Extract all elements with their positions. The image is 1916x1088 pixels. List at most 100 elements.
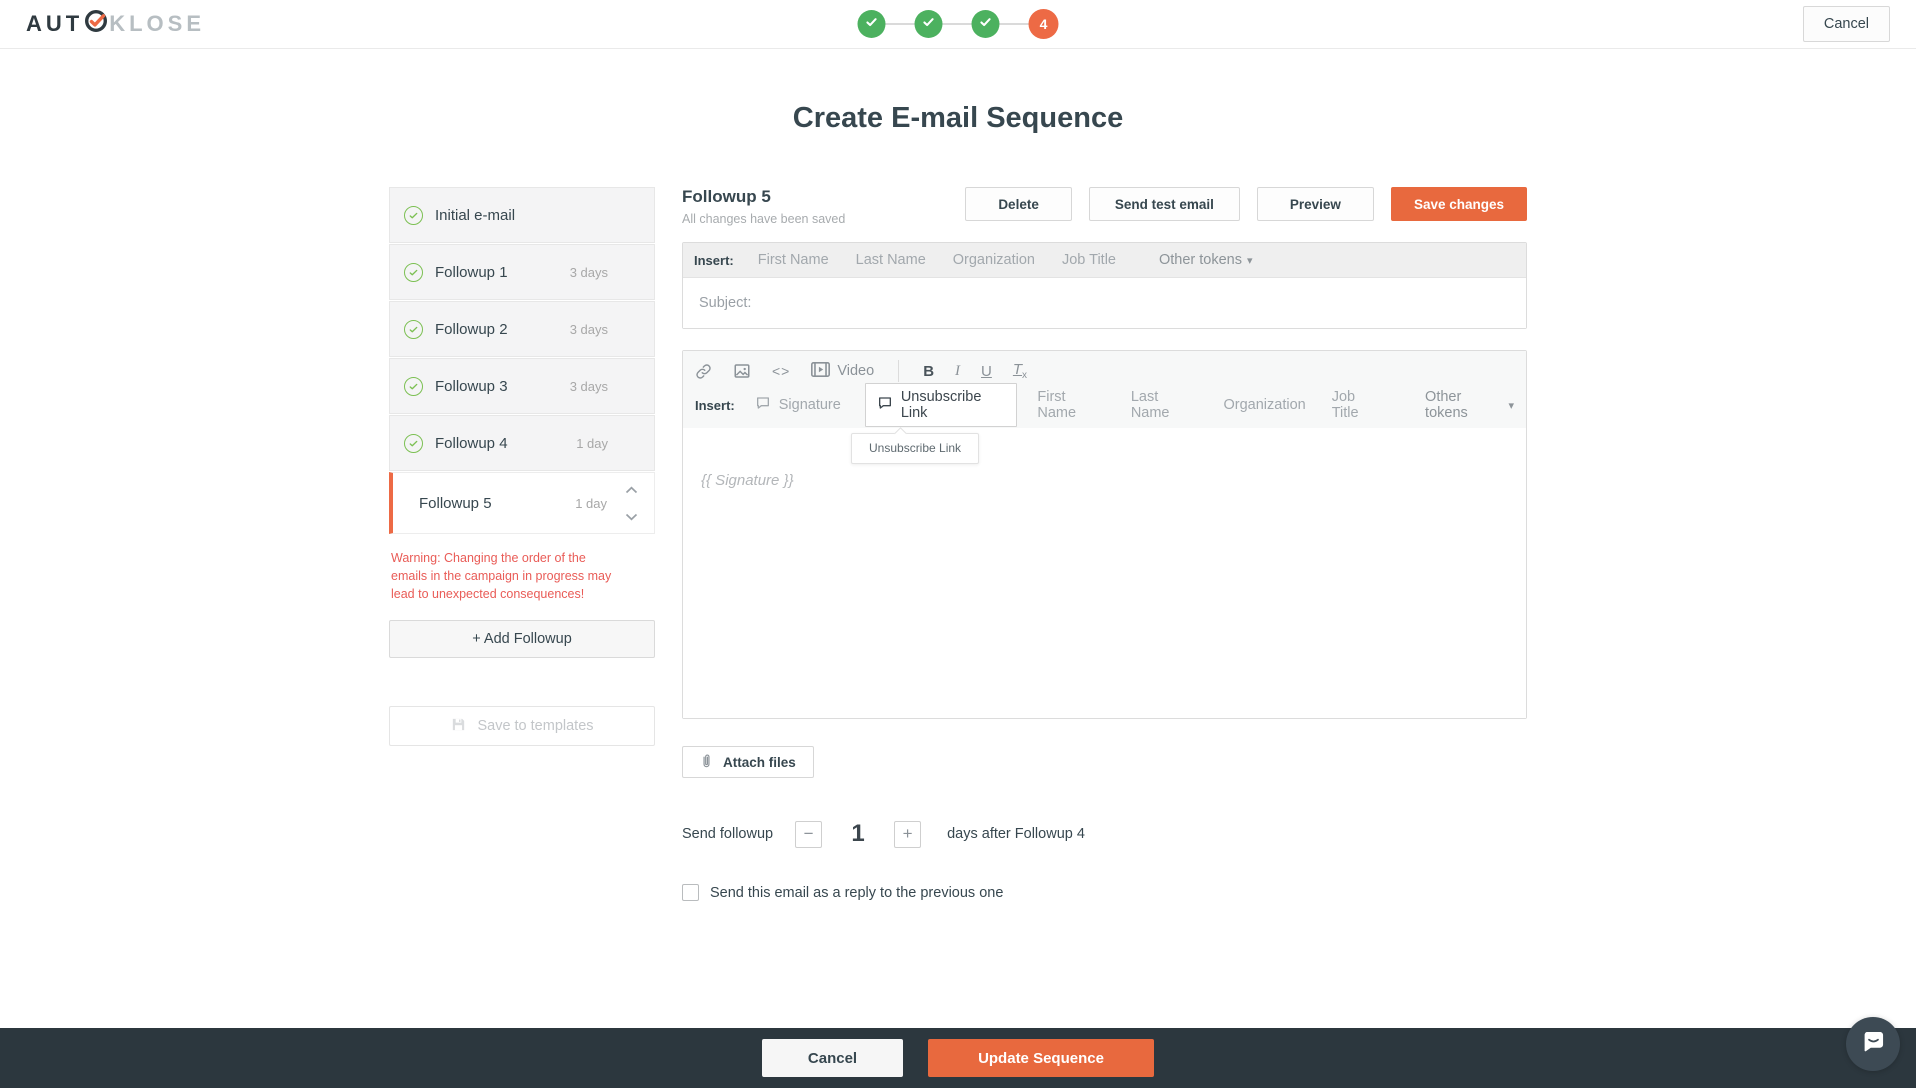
chevron-up-icon[interactable] (625, 481, 638, 499)
check-icon (979, 15, 993, 34)
token-organization[interactable]: Organization (953, 252, 1035, 268)
underline-button[interactable]: U (981, 363, 992, 380)
subject-insert-bar: Insert: First Name Last Name Organizatio… (683, 243, 1526, 278)
token-last-name[interactable]: Last Name (856, 252, 926, 268)
clear-formatting-button[interactable]: Tx (1013, 361, 1027, 381)
chevron-down-icon[interactable] (625, 508, 638, 526)
video-icon (811, 361, 831, 381)
send-test-email-button[interactable]: Send test email (1088, 187, 1240, 221)
sidebar-item-label: Followup 1 (435, 263, 508, 281)
progress-stepper: 4 (857, 9, 1059, 39)
sidebar-item-days: 3 days (569, 321, 608, 337)
other-tokens-label: Other tokens (1158, 252, 1242, 268)
paperclip-icon (700, 753, 713, 772)
circle-check-icon (404, 376, 423, 396)
sequence-sidebar: Initial e-mail Followup 1 3 days Followu… (389, 187, 655, 747)
bottom-action-bar: Cancel Update Sequence (0, 1028, 1916, 1088)
signature-token-text: {{ Signature }} (701, 472, 794, 489)
circle-check-icon (404, 205, 423, 225)
autoklose-logo: AUT KLOSE (26, 9, 205, 39)
check-icon (865, 15, 879, 34)
update-sequence-button[interactable]: Update Sequence (928, 1039, 1154, 1077)
token-job-title[interactable]: Job Title (1332, 389, 1383, 421)
save-changes-button[interactable]: Save changes (1390, 187, 1527, 221)
other-tokens-dropdown[interactable]: Other tokens ▾ (1425, 389, 1514, 421)
sidebar-item-followup-1[interactable]: Followup 1 3 days (389, 244, 655, 300)
unsubscribe-link-label: Unsubscribe Link (900, 389, 982, 421)
step-4-current[interactable]: 4 (1028, 9, 1059, 39)
step-connector (942, 23, 972, 25)
email-body-editor[interactable]: {{ Signature }} (683, 428, 1526, 718)
insert-image-icon[interactable] (733, 362, 751, 380)
reply-checkbox-label: Send this email as a reply to the previo… (710, 884, 1004, 901)
sidebar-item-followup-3[interactable]: Followup 3 3 days (389, 358, 655, 414)
topbar: AUT KLOSE 4 Cancel (0, 0, 1916, 49)
step-connector (999, 23, 1029, 25)
check-icon (922, 15, 936, 34)
decrease-days-button[interactable]: − (795, 820, 823, 848)
token-organization[interactable]: Organization (1223, 397, 1305, 413)
video-label: Video (837, 363, 875, 379)
floppy-disk-icon (450, 716, 467, 737)
cancel-button-bottom[interactable]: Cancel (762, 1039, 903, 1077)
delete-button[interactable]: Delete (965, 187, 1072, 221)
editor-action-buttons: Delete Send test email Preview Save chan… (965, 187, 1527, 221)
preview-button[interactable]: Preview (1256, 187, 1374, 221)
chat-launcher-button[interactable] (1846, 1017, 1900, 1071)
insert-video-button[interactable]: Video (811, 361, 875, 381)
step-1-done[interactable] (857, 10, 886, 38)
sidebar-item-followup-2[interactable]: Followup 2 3 days (389, 301, 655, 357)
sidebar-item-initial-email[interactable]: Initial e-mail (389, 187, 655, 243)
logo-circle-check-icon (83, 9, 109, 39)
attach-files-label: Attach files (723, 754, 796, 770)
code-view-icon[interactable]: <> (772, 363, 790, 379)
sidebar-item-followup-4[interactable]: Followup 4 1 day (389, 415, 655, 471)
token-job-title[interactable]: Job Title (1062, 252, 1116, 268)
speech-bubble-icon (877, 395, 893, 415)
logo-text-auto: AUT (26, 11, 84, 36)
reorder-warning-text: Warning: Changing the order of the email… (391, 551, 612, 602)
step-2-done[interactable] (914, 10, 943, 38)
circle-check-icon (404, 262, 423, 282)
circle-check-icon (404, 433, 423, 453)
content-area: Initial e-mail Followup 1 3 days Followu… (0, 187, 1916, 901)
speech-bubble-icon (755, 395, 771, 415)
followup-title: Followup 5 (682, 187, 771, 206)
days-value: 1 (851, 820, 865, 847)
logo-text-klose: KLOSE (109, 11, 206, 36)
editor-header: Followup 5 All changes have been saved D… (682, 187, 1527, 226)
increase-days-button[interactable]: + (894, 820, 922, 848)
token-first-name[interactable]: First Name (758, 252, 829, 268)
unsubscribe-link-tooltip: Unsubscribe Link (851, 433, 980, 464)
step-3-done[interactable] (971, 10, 1000, 38)
sidebar-item-followup-5-active[interactable]: Followup 5 1 day (389, 472, 655, 534)
circle-check-icon (404, 319, 423, 339)
send-followup-label: Send followup (682, 826, 774, 842)
insert-label: Insert: (695, 397, 735, 413)
insert-label: Insert: (694, 252, 734, 268)
sidebar-item-days: 1 day (576, 435, 608, 451)
attach-files-button[interactable]: Attach files (682, 746, 814, 778)
caret-down-icon: ▾ (1508, 399, 1514, 412)
save-to-templates-button[interactable]: Save to templates (389, 706, 655, 747)
formatting-toolbar-row: <> Video B I U Tx (695, 356, 1514, 386)
italic-button[interactable]: I (955, 363, 960, 380)
add-followup-button[interactable]: + Add Followup (389, 620, 655, 659)
sidebar-item-days: 1 day (575, 495, 607, 511)
link-icon[interactable] (695, 363, 712, 380)
bold-button[interactable]: B (923, 363, 934, 380)
cancel-button-top[interactable]: Cancel (1802, 6, 1890, 42)
days-after-label: days after Followup 4 (947, 826, 1085, 842)
insert-unsubscribe-link-button[interactable]: Unsubscribe Link (864, 383, 1018, 427)
sidebar-item-label: Followup 3 (435, 377, 508, 395)
reply-checkbox[interactable] (682, 884, 699, 901)
insert-signature-button[interactable]: Signature (755, 395, 841, 415)
reply-checkbox-row[interactable]: Send this email as a reply to the previo… (682, 884, 1527, 901)
other-tokens-dropdown[interactable]: Other tokens ▾ (1159, 252, 1253, 268)
sidebar-item-days: 3 days (569, 264, 608, 280)
chat-bubble-icon (1860, 1028, 1887, 1060)
sidebar-item-label: Followup 4 (435, 434, 508, 452)
subject-input[interactable] (683, 278, 1526, 328)
token-last-name[interactable]: Last Name (1131, 389, 1198, 421)
token-first-name[interactable]: First Name (1037, 389, 1104, 421)
